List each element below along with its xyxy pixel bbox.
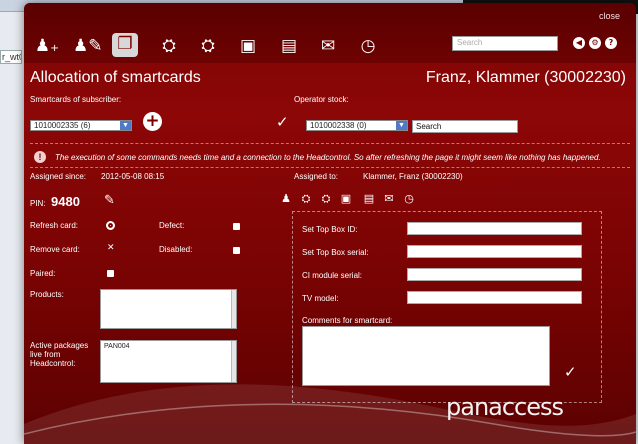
defect-checkbox[interactable] — [233, 223, 240, 230]
billing-icon[interactable]: ▣ — [235, 35, 261, 57]
toolbar-search-input[interactable]: Search — [452, 36, 558, 51]
client-name: Franz, Klammer (30002230) — [425, 69, 626, 86]
save-check-button[interactable]: ✓ — [564, 363, 577, 381]
paired-label: Paired: — [30, 269, 56, 278]
document-icon[interactable]: ▤ — [362, 192, 376, 206]
add-user-icon[interactable]: ♟₊ — [34, 35, 60, 57]
remove-card-icon[interactable]: ✕ — [107, 243, 115, 253]
scrollbar[interactable] — [231, 290, 236, 328]
products-label: Products: — [30, 290, 64, 299]
help-icon[interactable]: ? — [605, 37, 617, 49]
products-list[interactable] — [100, 289, 237, 329]
warning-icon: ! — [34, 151, 46, 163]
add-box-icon[interactable]: ⛭ — [299, 192, 313, 206]
ci-serial-input[interactable] — [407, 268, 582, 281]
chevron-down-icon: ▼ — [396, 121, 407, 130]
refresh-card-radio[interactable] — [106, 221, 115, 230]
refresh-card-label: Refresh card: — [30, 221, 79, 230]
smartcards-label: Smartcards of subscriber: — [30, 95, 122, 104]
assigned-to-label: Assigned to: — [294, 172, 339, 181]
billing-icon[interactable]: ▣ — [339, 192, 353, 206]
add-box-alt-icon[interactable]: ⛭ — [319, 192, 333, 206]
stock-search-input[interactable]: Search — [412, 120, 518, 133]
stb-serial-input[interactable] — [407, 245, 582, 258]
mail-icon[interactable]: ✉ — [315, 35, 341, 57]
smartcard-allocation-dialog: close ♟₊ ♟✎ ❐ ⛭ ⛭ ▣ ▤ ✉ ◷ Search ◀ ⚙ ? A… — [24, 3, 636, 444]
remove-card-label: Remove card: — [30, 245, 80, 254]
comments-textarea[interactable] — [302, 326, 550, 386]
stb-id-label: Set Top Box ID: — [302, 225, 358, 234]
timer-icon[interactable]: ◷ — [402, 192, 416, 206]
page-title: Allocation of smartcards — [30, 69, 201, 86]
disabled-label: Disabled: — [159, 245, 193, 254]
edit-user-icon[interactable]: ♟ — [279, 192, 293, 206]
assigned-since-value: 2012-05-08 08:15 — [101, 172, 165, 181]
mail-icon[interactable]: ✉ — [382, 192, 396, 206]
stb-serial-label: Set Top Box serial: — [302, 248, 369, 257]
package-item: PAN004 — [104, 343, 130, 350]
smartcards-icon[interactable]: ❐ — [112, 33, 138, 57]
packages-label-line2: live from — [30, 350, 61, 359]
background-field[interactable]: r_wt0 — [0, 50, 22, 64]
panaccess-logo: panaccess — [446, 393, 564, 421]
stb-id-input[interactable] — [407, 222, 582, 235]
stock-select[interactable]: 1010002338 (0) ▼ — [306, 120, 408, 131]
comments-label: Comments for smartcard: — [302, 316, 393, 325]
assigned-since-label: Assigned since: — [30, 172, 87, 181]
close-button[interactable]: close — [599, 11, 620, 21]
edit-user-icon[interactable]: ♟✎ — [73, 35, 102, 57]
notice-text: The execution of some commands needs tim… — [55, 153, 601, 162]
edit-pin-icon[interactable]: ✎ — [104, 193, 115, 208]
add-smartcard-button[interactable]: + — [143, 112, 162, 131]
stock-label: Operator stock: — [294, 95, 349, 104]
paired-checkbox[interactable] — [107, 270, 114, 277]
smartcards-select-value: 1010002335 (6) — [34, 121, 91, 130]
stock-select-value: 1010002338 (0) — [310, 121, 367, 130]
smartcards-select[interactable]: 1010002335 (6) ▼ — [30, 120, 132, 131]
pin-label: PIN: — [30, 199, 46, 208]
defect-label: Defect: — [159, 221, 185, 230]
packages-label-line1: Active packages — [30, 341, 89, 350]
active-packages-list[interactable]: PAN004 — [100, 340, 237, 383]
disabled-checkbox[interactable] — [233, 247, 240, 254]
add-box-icon[interactable]: ⛭ — [156, 35, 182, 57]
packages-label-line3: Headcontrol: — [30, 359, 76, 368]
add-box-alt-icon[interactable]: ⛭ — [195, 35, 221, 57]
chevron-down-icon: ▼ — [120, 121, 131, 130]
timer-icon[interactable]: ◷ — [355, 35, 381, 57]
back-icon[interactable]: ◀ — [573, 37, 585, 49]
divider — [30, 143, 630, 144]
assign-check-button[interactable]: ✓ — [276, 113, 289, 131]
scrollbar[interactable] — [231, 341, 236, 382]
tv-model-label: TV model: — [302, 294, 339, 303]
assigned-to-value: Klammer, Franz (30002230) — [363, 172, 463, 181]
divider — [30, 167, 630, 168]
pin-value: 9480 — [51, 194, 80, 209]
tv-model-input[interactable] — [407, 291, 582, 304]
document-icon[interactable]: ▤ — [276, 35, 302, 57]
ci-serial-label: CI module serial: — [302, 271, 363, 280]
settings-icon[interactable]: ⚙ — [589, 37, 601, 49]
